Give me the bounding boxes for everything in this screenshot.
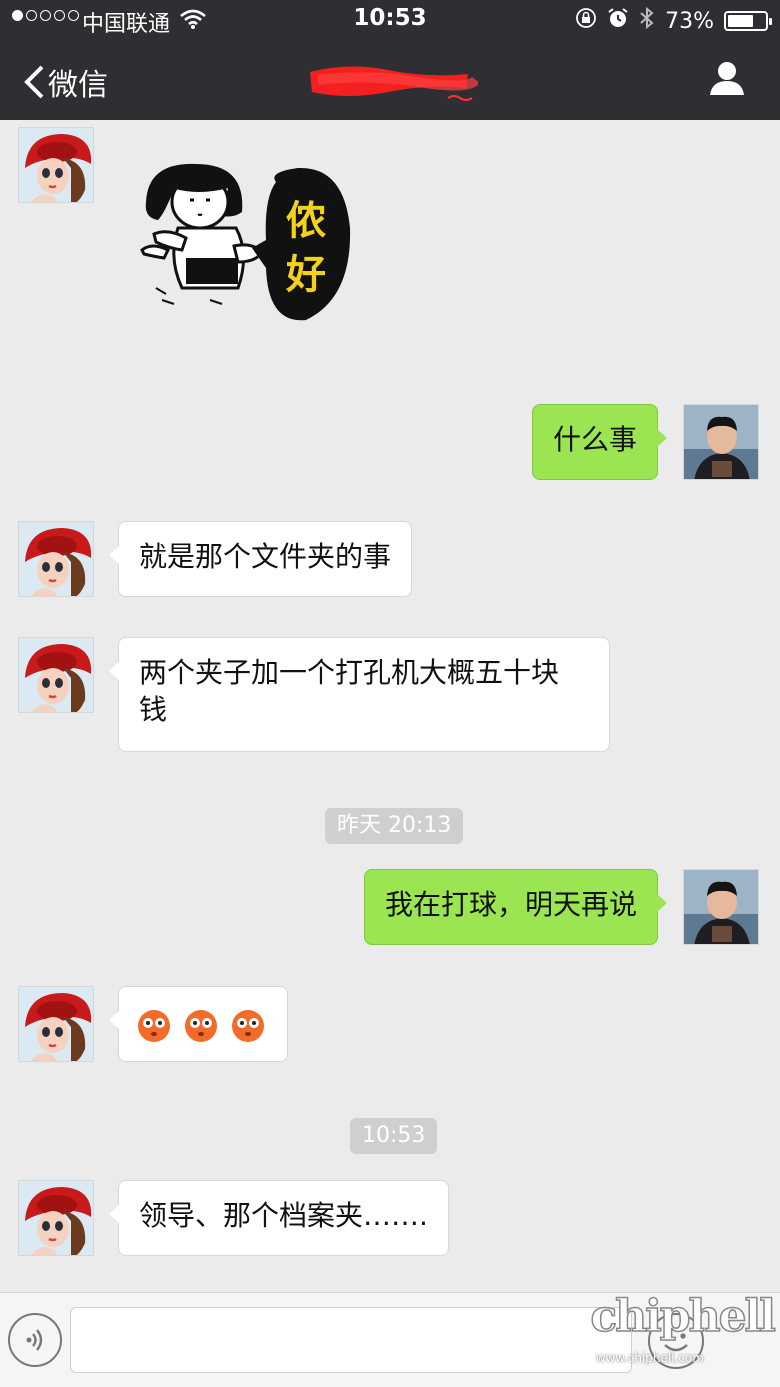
- my-avatar[interactable]: [683, 869, 759, 945]
- nav-bar: 微信: [0, 40, 780, 120]
- contact-avatar[interactable]: [18, 1180, 94, 1256]
- sticker-char-2: 好: [285, 252, 326, 298]
- outgoing-message[interactable]: 我在打球，明天再说: [363, 869, 668, 945]
- message-text: 我在打球，明天再说: [384, 888, 637, 921]
- message-text-line-2: 钱: [139, 693, 168, 726]
- incoming-message[interactable]: 两个夹子加一个打孔机大概五十块 钱: [109, 637, 610, 752]
- top-bar: 中国联通 10:53 73% 微信: [0, 0, 780, 120]
- my-avatar[interactable]: [683, 404, 759, 480]
- contact-avatar[interactable]: [18, 986, 94, 1062]
- voice-icon: [26, 1329, 43, 1351]
- flushed-face-icon: [184, 1010, 217, 1042]
- message-text-line-1: 两个夹子加一个打孔机大概五十块: [139, 656, 560, 689]
- watermark-url: www.chiphell.com: [595, 1351, 704, 1365]
- status-bar: 中国联通 10:53 73%: [0, 0, 780, 40]
- sticker-message[interactable]: 侬 好: [138, 158, 352, 328]
- battery-percent: 73%: [665, 8, 714, 34]
- contact-avatar[interactable]: [18, 127, 94, 203]
- battery-fill: [728, 15, 754, 27]
- contact-avatar[interactable]: [18, 521, 94, 597]
- redacted-contact-name: [310, 66, 478, 101]
- back-label: 微信: [48, 68, 108, 103]
- flushed-face-icon: [231, 1010, 264, 1042]
- input-bar: chiphell www.chiphell.com: [0, 1292, 780, 1387]
- incoming-emoji-message[interactable]: [109, 986, 288, 1062]
- incoming-message[interactable]: 领导、那个档案夹…….: [109, 1180, 449, 1256]
- watermark: chiphell: [590, 1291, 777, 1342]
- sticker-char-1: 侬: [286, 198, 326, 244]
- message-input[interactable]: [70, 1307, 632, 1373]
- back-button[interactable]: 微信: [22, 60, 108, 104]
- message-text: 就是那个文件夹的事: [139, 540, 392, 573]
- bluetooth-icon: [639, 6, 655, 36]
- incoming-message[interactable]: 就是那个文件夹的事: [108, 521, 413, 597]
- voice-input-button[interactable]: [8, 1313, 62, 1367]
- chevron-left-icon: [24, 65, 44, 99]
- message-text: 什么事: [552, 423, 637, 456]
- chat-area[interactable]: 侬 好 什么事 就是那个文件夹的事 两个夹子加一个打孔机大概五十块 钱 昨天 2…: [0, 120, 780, 1292]
- outgoing-message[interactable]: 什么事: [531, 404, 668, 480]
- contact-avatar[interactable]: [18, 637, 94, 713]
- message-text: 领导、那个档案夹…….: [139, 1199, 428, 1232]
- sticker-girl-drawing: [140, 163, 264, 305]
- sticker-speech-bubble: 侬 好: [252, 167, 351, 321]
- time-separator: 10:53: [350, 1118, 438, 1154]
- time-separator: 昨天 20:13: [325, 808, 464, 844]
- orientation-lock-icon: [575, 7, 597, 35]
- contact-profile-icon[interactable]: [708, 60, 746, 100]
- flushed-face-icon: [138, 1010, 170, 1042]
- watermark-logo: chiphell: [590, 1291, 777, 1342]
- battery-icon: [724, 11, 772, 31]
- alarm-icon: [607, 7, 629, 35]
